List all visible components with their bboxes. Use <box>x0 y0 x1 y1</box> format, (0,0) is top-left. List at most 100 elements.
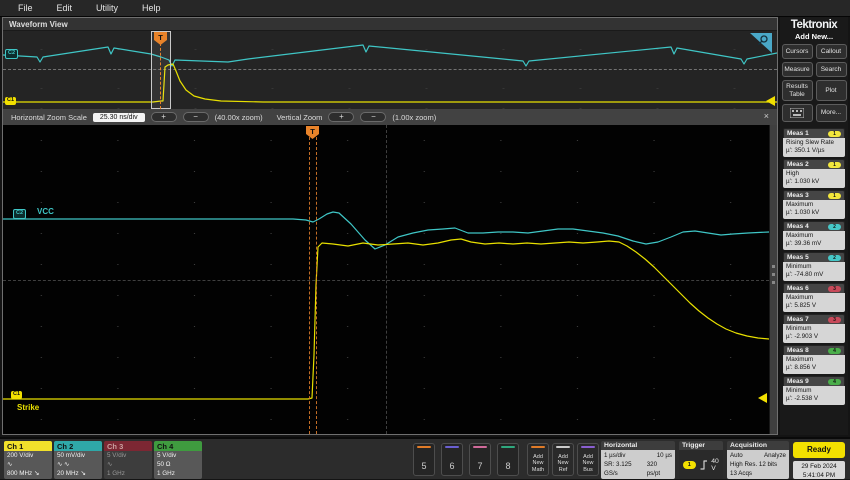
ch8-slot-button[interactable]: 8 <box>497 443 519 476</box>
overview-ch2-handle[interactable]: C2 <box>5 49 18 59</box>
acq-resolution: High Res. 12 bits <box>730 460 777 469</box>
meas-type: High <box>786 170 842 178</box>
meas-6-badge[interactable]: Meas 63 Maximumµ': 5.825 V <box>783 283 845 312</box>
acq-mode: Auto <box>730 451 743 460</box>
plot-button[interactable]: Plot <box>816 80 847 101</box>
meas-title: Meas 4 <box>787 223 809 230</box>
ch2-header: Ch 2 <box>54 441 102 451</box>
overview-traces <box>3 31 777 109</box>
ch3-badge[interactable]: Ch 3 5 V/div ∿ 1 GHz <box>104 441 152 479</box>
trigger-position-line-2 <box>316 137 317 434</box>
h-scale: 1 µs/div <box>604 451 625 460</box>
slot-color-stripe <box>473 446 487 448</box>
overview-trigger-level-arrow[interactable] <box>766 96 775 106</box>
vzoom-increase-button[interactable]: + <box>328 112 354 122</box>
overview-plot[interactable]: T C2 C1 <box>3 31 777 109</box>
hzoom-decrease-button[interactable]: − <box>183 112 209 122</box>
keyboard-icon <box>790 108 804 118</box>
acquisition-panel[interactable]: Acquisition AutoAnalyze High Res. 12 bit… <box>727 441 789 479</box>
view-splitter[interactable] <box>769 125 777 434</box>
main-waveform-plot[interactable]: T C2 VCC C1 Strike <box>3 125 777 434</box>
meas-value: µ': 39.36 mV <box>786 240 842 248</box>
ch3-coupling-icon: ∿ <box>107 460 152 469</box>
trigger-level: 40 V <box>711 458 723 472</box>
draw-a-box-button[interactable] <box>782 104 813 122</box>
waveform-window: Waveform View T C2 C1 Horizontal Zoom Sc… <box>2 17 778 435</box>
ch6-slot-button[interactable]: 6 <box>441 443 463 476</box>
meas-value: µ': 350.1 V/µs <box>786 147 842 155</box>
horizontal-panel[interactable]: Horizontal 1 µs/div 10 µs SR: 3.125 GS/s3… <box>601 441 675 479</box>
add-new-ref-button[interactable]: Add New Ref <box>552 443 574 476</box>
add-new-bus-button[interactable]: Add New Bus <box>577 443 599 476</box>
meas-title: Meas 3 <box>787 192 809 199</box>
ch1-header: Ch 1 <box>4 441 52 451</box>
h-resolution: 320 ps/pt <box>647 460 672 478</box>
overview-ch1-handle[interactable]: C1 <box>5 97 16 105</box>
bus-color-stripe <box>581 446 595 448</box>
ch4-badge[interactable]: Ch 4 5 V/div 50 Ω 1 GHz <box>154 441 202 479</box>
close-zoom-icon[interactable]: × <box>764 111 769 121</box>
ch3-bandwidth: 1 GHz <box>107 469 152 478</box>
add-new-label: Add New... <box>795 32 833 41</box>
horizontal-panel-title: Horizontal <box>601 441 675 450</box>
meas-7-badge[interactable]: Meas 73 Minimumµ': -2.903 V <box>783 314 845 343</box>
add-new-math-label: Add New Math <box>528 454 548 473</box>
measure-button[interactable]: Measure <box>782 62 813 77</box>
hzoom-factor-readout: (40.00x zoom) <box>215 113 263 122</box>
search-button[interactable]: Search <box>816 62 847 77</box>
ref-color-stripe <box>556 446 570 448</box>
meas-value: µ': -74.80 mV <box>786 271 842 279</box>
meas-1-badge[interactable]: Meas 11 Rising Slew Rateµ': 350.1 V/µs <box>783 128 845 157</box>
ch7-slot-button[interactable]: 7 <box>469 443 491 476</box>
hzoom-increase-button[interactable]: + <box>151 112 177 122</box>
menu-help[interactable]: Help <box>142 3 161 13</box>
meas-title: Meas 7 <box>787 316 809 323</box>
meas-8-badge[interactable]: Meas 84 Maximumµ': 8.856 V <box>783 345 845 374</box>
add-new-math-button[interactable]: Add New Math <box>527 443 549 476</box>
main-ch1-handle[interactable]: C1 <box>11 391 22 399</box>
ch2-badge[interactable]: Ch 2 50 mV/div ∿ ∿ 20 MHz ↘ <box>54 441 102 479</box>
ch2-scale: 50 mV/div <box>57 451 102 460</box>
ch4-termination: 50 Ω <box>157 460 202 469</box>
channel-pill: 1 <box>828 193 841 199</box>
trigger-panel[interactable]: Trigger 1 40 V <box>679 441 723 479</box>
vzoom-decrease-button[interactable]: − <box>360 112 386 122</box>
bottom-settings-bar: Ch 1 200 V/div ∿ 800 MHz ↘ Ch 2 50 mV/di… <box>0 437 850 479</box>
meas-4-badge[interactable]: Meas 42 Maximumµ': 39.36 mV <box>783 221 845 250</box>
main-trigger-level-arrow[interactable] <box>758 393 767 403</box>
ch1-badge[interactable]: Ch 1 200 V/div ∿ 800 MHz ↘ <box>4 441 52 479</box>
slot-label: 7 <box>477 461 482 471</box>
meas-type: Maximum <box>786 294 842 302</box>
h-window: 10 µs <box>657 451 672 460</box>
h-sample-rate: SR: 3.125 GS/s <box>604 460 647 478</box>
overview-ch1-trace <box>3 64 777 102</box>
meas-3-badge[interactable]: Meas 31 Maximumµ': 1.030 kV <box>783 190 845 219</box>
meas-9-badge[interactable]: Meas 94 Minimumµ': -2.538 V <box>783 376 845 405</box>
ch1-scale: 200 V/div <box>7 451 52 460</box>
cursors-button[interactable]: Cursors <box>782 44 813 59</box>
callout-button[interactable]: Callout <box>816 44 847 59</box>
main-ch2-trace <box>3 212 769 249</box>
menu-edit[interactable]: Edit <box>57 3 73 13</box>
ch5-slot-button[interactable]: 5 <box>413 443 435 476</box>
more-button[interactable]: More... <box>816 104 847 122</box>
add-new-ref-label: Add New Ref <box>553 454 573 473</box>
add-new-bus-label: Add New Bus <box>578 454 598 473</box>
menu-utility[interactable]: Utility <box>96 3 118 13</box>
main-ch1-trace <box>3 239 769 399</box>
meas-2-badge[interactable]: Meas 21 Highµ': 1.030 kV <box>783 159 845 188</box>
meas-5-badge[interactable]: Meas 52 Minimumµ': -74.80 mV <box>783 252 845 281</box>
ch4-scale: 5 V/div <box>157 451 202 460</box>
slot-label: 8 <box>505 461 510 471</box>
results-table-button[interactable]: Results Table <box>782 80 813 101</box>
zoom-overview-icon[interactable] <box>750 33 772 53</box>
horizontal-zoom-scale-value[interactable]: 25.30 ns/div <box>93 113 145 122</box>
channel-pill: 2 <box>828 255 841 261</box>
meas-value: µ': 5.825 V <box>786 302 842 310</box>
main-ch2-handle[interactable]: C2 <box>13 209 26 219</box>
date-label: 29 Feb 2024 <box>793 462 845 471</box>
acq-analyze: Analyze <box>764 451 786 460</box>
splitter-handle[interactable] <box>772 265 775 289</box>
menu-file[interactable]: File <box>18 3 33 13</box>
meas-title: Meas 9 <box>787 378 809 385</box>
